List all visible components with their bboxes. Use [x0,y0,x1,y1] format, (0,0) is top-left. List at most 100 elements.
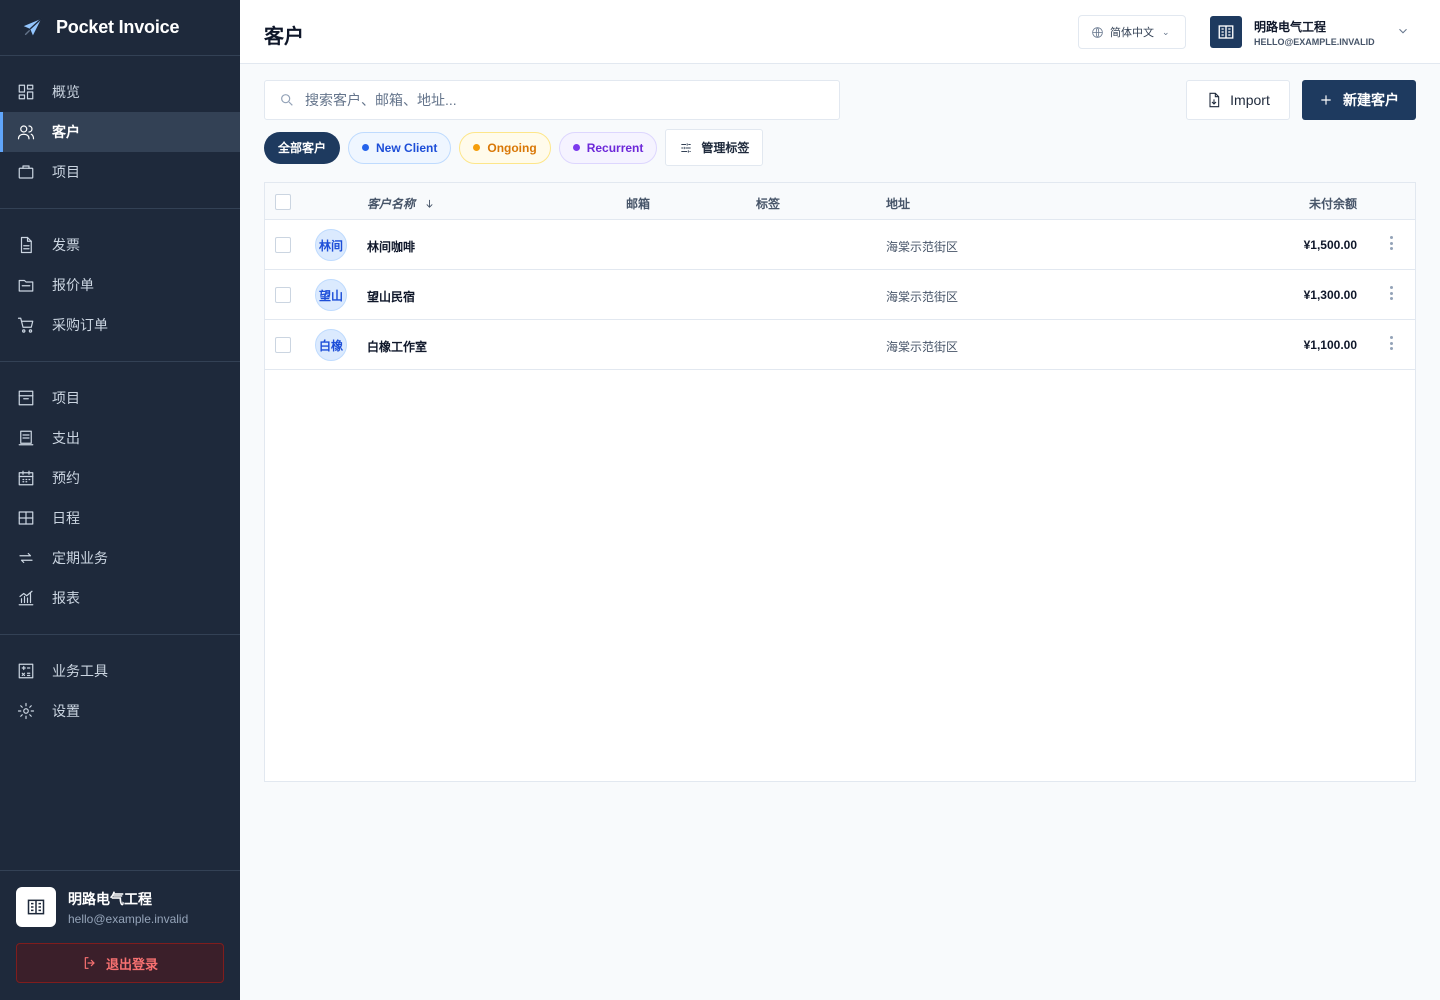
tag-dot [362,144,370,151]
receipt-icon [17,429,35,447]
sidebar-item-projects[interactable]: 项目 [0,152,240,192]
sidebar-item-label: 设置 [52,703,80,719]
sidebar-item-label: 概览 [52,84,80,100]
sidebar-item-items[interactable]: 项目 [0,378,240,418]
sidebar-account[interactable]: 明路电气工程 hello@example.invalid [16,887,224,927]
sidebar-item-label: 日程 [52,510,80,526]
sidebar-item-label: 定期业务 [52,550,108,566]
sidebar-item-schedule[interactable]: 日程 [0,498,240,538]
gear-icon [17,702,35,720]
more-vertical-icon[interactable] [1387,285,1395,301]
sidebar-item-label: 报表 [52,590,80,606]
sidebar-item-appointments[interactable]: 预约 [0,458,240,498]
sidebar-item-label: 业务工具 [52,663,108,679]
calculator-icon [17,662,35,680]
sidebar-item-label: 发票 [52,237,80,253]
chevron-down-icon [1396,24,1410,43]
client-avatar: 林间 [315,229,347,261]
filter-tag-label: New Client [376,140,438,155]
search-icon [281,94,293,106]
nav-group-sales: 发票 报价单 采购订单 [0,209,240,362]
account-name: 明路电气工程 [1254,19,1327,34]
select-all-checkbox[interactable] [275,194,291,210]
building-icon [16,887,56,927]
table-row[interactable]: 白橡 白橡工作室 海棠示范街区 ¥1,100.00 [265,320,1415,370]
sidebar-item-label: 项目 [52,164,80,180]
sidebar-item-recurring[interactable]: 定期业务 [0,538,240,578]
column-header-tags: 标签 [756,197,781,211]
client-avatar: 望山 [315,279,347,311]
sidebar-account-email: hello@example.invalid [68,911,189,926]
new-client-button[interactable]: 新建客户 [1302,80,1416,120]
account-email: HELLO@EXAMPLE.INVALID [1254,36,1375,47]
client-avatar: 白橡 [315,329,347,361]
logout-icon [84,957,95,969]
plus-icon [1321,95,1331,105]
sidebar-item-label: 采购订单 [52,317,108,333]
row-checkbox[interactable] [275,237,291,253]
import-button[interactable]: Import [1186,80,1290,120]
client-name[interactable]: 林间咖啡 [367,238,415,255]
column-header-address: 地址 [886,197,911,211]
filter-tag-ongoing[interactable]: Ongoing [459,131,551,164]
client-address: 海棠示范街区 [886,340,959,354]
tag-dot [572,144,580,151]
clients-table: 客户名称 邮箱 标签 地址 未付余额 林间 林间咖啡 海棠示范街区 ¥1,500… [264,182,1416,782]
chart-icon [17,589,35,607]
more-vertical-icon[interactable] [1387,235,1395,251]
client-balance: ¥1,500.00 [1303,238,1357,252]
sliders-icon [681,142,692,153]
table-row[interactable]: 林间 林间咖啡 海棠示范街区 ¥1,500.00 [265,220,1415,270]
row-checkbox[interactable] [275,337,291,353]
sidebar-item-settings[interactable]: 设置 [0,691,240,731]
sidebar-item-quotes[interactable]: 报价单 [0,265,240,305]
manage-tags-button[interactable]: 管理标签 [665,129,764,166]
sidebar-item-invoices[interactable]: 发票 [0,225,240,265]
column-header-name[interactable]: 客户名称 [367,195,435,212]
file-import-icon [1209,92,1220,108]
client-balance: ¥1,300.00 [1303,288,1357,302]
sidebar-account-name: 明路电气工程 [68,890,152,907]
sidebar-item-label: 报价单 [52,277,94,293]
column-header-balance: 未付余额 [1308,197,1357,211]
client-name[interactable]: 白橡工作室 [367,338,427,355]
sort-desc-icon [424,198,435,212]
client-name[interactable]: 望山民宿 [367,288,415,305]
table-row[interactable]: 望山 望山民宿 海棠示范街区 ¥1,300.00 [265,270,1415,320]
logout-button[interactable]: 退出登录 [16,943,224,983]
more-vertical-icon[interactable] [1387,335,1395,351]
globe-icon [1092,26,1103,38]
file-icon [17,236,35,254]
account-menu[interactable]: 明路电气工程 HELLO@EXAMPLE.INVALID [1210,16,1410,48]
new-client-label: 新建客户 [1343,92,1399,108]
sidebar-item-overview[interactable]: 概览 [0,72,240,112]
filter-tag-new-client[interactable]: New Client [348,131,452,164]
sidebar-item-label: 支出 [52,430,80,446]
grid-icon [17,83,35,101]
language-select[interactable]: 简体中文 ⌄ [1078,15,1186,49]
filter-all-clients[interactable]: 全部客户 [264,131,341,164]
paper-plane-icon [20,16,44,40]
brand[interactable]: Pocket Invoice [0,0,240,56]
search-box [264,80,840,120]
table-icon [17,509,35,527]
manage-tags-label: 管理标签 [701,141,750,155]
filter-tag-recurrent[interactable]: Recurrent [558,131,658,164]
table-header: 客户名称 邮箱 标签 地址 未付余额 [265,183,1415,220]
sidebar-item-clients[interactable]: 客户 [0,112,240,152]
folder-icon [17,276,35,294]
archive-icon [17,389,35,407]
sidebar: Pocket Invoice 概览 客户 项目 发票 报价单 采购订单 项目 支… [0,0,240,1000]
sidebar-item-reports[interactable]: 报表 [0,578,240,618]
search-input[interactable] [305,92,805,108]
row-checkbox[interactable] [275,287,291,303]
top-header: 客户 简体中文 ⌄ 明路电气工程 HELLO@EXAMPLE.INVALID [240,0,1440,64]
sidebar-item-purchase-orders[interactable]: 采购订单 [0,305,240,345]
sidebar-item-expenses[interactable]: 支出 [0,418,240,458]
logout-label: 退出登录 [105,956,158,972]
page-title: 客户 [264,26,304,48]
briefcase-icon [17,163,35,181]
filter-row: 全部客户 New Client Ongoing Recurrent 管理标签 [264,129,764,166]
sidebar-item-business-tools[interactable]: 业务工具 [0,651,240,691]
filter-tag-label: Recurrent [586,140,644,155]
